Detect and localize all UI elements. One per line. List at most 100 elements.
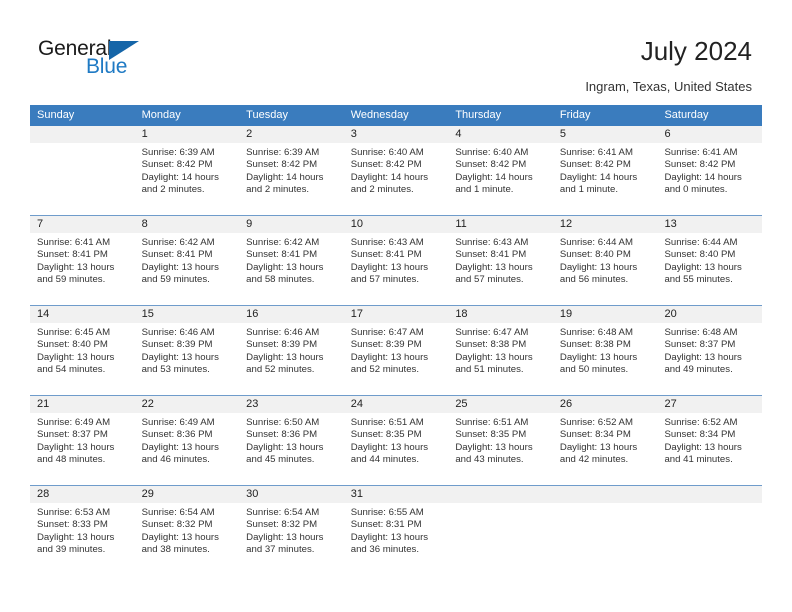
day-sun-info: Sunrise: 6:52 AM Sunset: 8:34 PM Daylight:…	[657, 413, 762, 467]
calendar-day-cell[interactable]: 10 Sunrise: 6:43 AM Sunset: 8:41 PM Dayligh…	[343, 216, 449, 305]
sunrise-text: Sunrise: 6:41 AM	[664, 147, 738, 158]
calendar-day-cell[interactable]: 24 Sunrise: 6:51 AM Sunset: 8:35 PM Dayligh…	[343, 396, 449, 485]
day-number	[552, 486, 658, 503]
daylight-text-line1: Daylight: 13 hours	[246, 441, 324, 453]
day-sun-info: Sunrise: 6:41 AM Sunset: 8:42 PM Daylight:…	[553, 143, 658, 197]
sunset-text: Sunset: 8:39 PM	[141, 339, 213, 351]
day-sun-info: Sunrise: 6:42 AM Sunset: 8:41 PM Daylight:…	[239, 233, 344, 287]
calendar-day-cell[interactable]: 7 Sunrise: 6:41 AM Sunset: 8:41 PM Daylight…	[30, 216, 135, 305]
calendar-day-cell[interactable]: 23 Sunrise: 6:50 AM Sunset: 8:36 PM Dayligh…	[239, 396, 344, 485]
daylight-text-line1: Daylight: 13 hours	[350, 531, 429, 543]
daylight-text-line2: and 43 minutes.	[455, 454, 524, 466]
calendar-week-row: 21 Sunrise: 6:49 AM Sunset: 8:37 PM Dayligh…	[30, 395, 763, 485]
calendar-day-cell[interactable]: 29 Sunrise: 6:54 AM Sunset: 8:32 PM Dayligh…	[134, 486, 240, 575]
daylight-text-line1: Daylight: 13 hours	[664, 351, 742, 363]
daylight-text-line1: Daylight: 13 hours	[350, 351, 429, 363]
calendar-day-cell[interactable]: 18 Sunrise: 6:47 AM Sunset: 8:38 PM Dayligh…	[448, 306, 553, 395]
sunrise-text: Sunrise: 6:42 AM	[246, 237, 320, 248]
day-number: 24	[343, 396, 449, 413]
calendar-day-cell[interactable]: 14 Sunrise: 6:45 AM Sunset: 8:40 PM Dayligh…	[30, 306, 135, 395]
calendar-day-cell[interactable]: 3 Sunrise: 6:40 AM Sunset: 8:42 PM Daylight…	[343, 126, 449, 215]
daylight-text-line1: Daylight: 14 hours	[559, 171, 638, 183]
calendar-day-cell[interactable]: 16 Sunrise: 6:46 AM Sunset: 8:39 PM Dayligh…	[239, 306, 344, 395]
day-number: 7	[30, 216, 135, 233]
sunrise-text: Sunrise: 6:46 AM	[246, 327, 320, 338]
daylight-text-line1: Daylight: 13 hours	[141, 351, 219, 363]
calendar-day-cell[interactable]: 8 Sunrise: 6:42 AM Sunset: 8:41 PM Daylight…	[134, 216, 240, 305]
location-subtitle: Ingram, Texas, United States	[585, 79, 752, 94]
sunset-text: Sunset: 8:32 PM	[141, 519, 213, 531]
sunrise-text: Sunrise: 6:54 AM	[141, 507, 215, 518]
calendar-day-cell[interactable]: 31 Sunrise: 6:55 AM Sunset: 8:31 PM Dayligh…	[343, 486, 449, 575]
daylight-text-line1: Daylight: 13 hours	[246, 261, 324, 273]
day-number: 3	[343, 126, 449, 143]
calendar-day-cell[interactable]: 6 Sunrise: 6:41 AM Sunset: 8:42 PM Daylight…	[657, 126, 763, 215]
daylight-text-line2: and 50 minutes.	[559, 364, 629, 376]
calendar-day-cell[interactable]: 13 Sunrise: 6:44 AM Sunset: 8:40 PM Dayligh…	[657, 216, 763, 305]
daylight-text-line2: and 54 minutes.	[37, 364, 106, 376]
day-number: 21	[30, 396, 135, 413]
day-number: 12	[552, 216, 658, 233]
sunrise-text: Sunrise: 6:44 AM	[664, 237, 738, 248]
daylight-text-line1: Daylight: 14 hours	[350, 171, 429, 183]
calendar-day-cell[interactable]: 28 Sunrise: 6:53 AM Sunset: 8:33 PM Dayligh…	[30, 486, 135, 575]
day-number: 4	[448, 126, 553, 143]
calendar-day-cell[interactable]: 2 Sunrise: 6:39 AM Sunset: 8:42 PM Daylight…	[239, 126, 344, 215]
sunrise-text: Sunrise: 6:52 AM	[559, 417, 633, 428]
calendar-week-row: 14 Sunrise: 6:45 AM Sunset: 8:40 PM Dayligh…	[30, 305, 763, 395]
daylight-text-line2: and 59 minutes.	[37, 274, 106, 286]
day-number: 23	[239, 396, 344, 413]
sunset-text: Sunset: 8:41 PM	[455, 249, 527, 261]
day-number: 6	[657, 126, 763, 143]
daylight-text-line1: Daylight: 13 hours	[664, 441, 742, 453]
daylight-text-line1: Daylight: 14 hours	[141, 171, 219, 183]
daylight-text-line1: Daylight: 13 hours	[141, 261, 219, 273]
daylight-text-line2: and 51 minutes.	[455, 364, 524, 376]
sunrise-text: Sunrise: 6:39 AM	[141, 147, 215, 158]
daylight-text-line2: and 0 minutes.	[664, 184, 728, 196]
calendar-day-cell[interactable]: 9 Sunrise: 6:42 AM Sunset: 8:41 PM Daylight…	[239, 216, 344, 305]
daylight-text-line2: and 49 minutes.	[664, 364, 733, 376]
day-number: 18	[448, 306, 553, 323]
sunset-text: Sunset: 8:38 PM	[455, 339, 527, 351]
calendar-day-cell[interactable]: 1 Sunrise: 6:39 AM Sunset: 8:42 PM Daylight…	[134, 126, 240, 215]
day-number: 19	[552, 306, 658, 323]
calendar-day-cell[interactable]: 20 Sunrise: 6:48 AM Sunset: 8:37 PM Dayligh…	[657, 306, 763, 395]
day-number: 20	[657, 306, 763, 323]
day-sun-info: Sunrise: 6:53 AM Sunset: 8:33 PM Daylight:…	[30, 503, 135, 557]
day-number	[657, 486, 763, 503]
calendar-day-cell[interactable]: 4 Sunrise: 6:40 AM Sunset: 8:42 PM Daylight…	[448, 126, 553, 215]
calendar-day-cell[interactable]: 22 Sunrise: 6:49 AM Sunset: 8:36 PM Dayligh…	[134, 396, 240, 485]
daylight-text-line1: Daylight: 13 hours	[141, 531, 219, 543]
sunset-text: Sunset: 8:42 PM	[246, 159, 318, 171]
day-number: 28	[30, 486, 135, 503]
daylight-text-line2: and 59 minutes.	[141, 274, 210, 286]
day-sun-info: Sunrise: 6:46 AM Sunset: 8:39 PM Daylight:…	[135, 323, 240, 377]
sunset-text: Sunset: 8:42 PM	[559, 159, 631, 171]
calendar-day-cell[interactable]: 21 Sunrise: 6:49 AM Sunset: 8:37 PM Dayligh…	[30, 396, 135, 485]
day-sun-info: Sunrise: 6:41 AM Sunset: 8:42 PM Daylight:…	[657, 143, 762, 197]
calendar-day-cell[interactable]: 12 Sunrise: 6:44 AM Sunset: 8:40 PM Dayligh…	[552, 216, 658, 305]
day-sun-info: Sunrise: 6:55 AM Sunset: 8:31 PM Daylight:…	[344, 503, 449, 557]
sunset-text: Sunset: 8:34 PM	[559, 429, 631, 441]
weekday-header-wednesday: Wednesday	[350, 109, 409, 121]
day-sun-info: Sunrise: 6:44 AM Sunset: 8:40 PM Daylight:…	[553, 233, 658, 287]
sunrise-text: Sunrise: 6:45 AM	[37, 327, 111, 338]
daylight-text-line1: Daylight: 14 hours	[455, 171, 533, 183]
calendar-day-cell[interactable]: 27 Sunrise: 6:52 AM Sunset: 8:34 PM Dayligh…	[657, 396, 763, 485]
daylight-text-line1: Daylight: 14 hours	[246, 171, 324, 183]
day-sun-info: Sunrise: 6:40 AM Sunset: 8:42 PM Daylight:…	[448, 143, 553, 197]
calendar-day-cell[interactable]: 30 Sunrise: 6:54 AM Sunset: 8:32 PM Dayligh…	[239, 486, 344, 575]
day-sun-info: Sunrise: 6:49 AM Sunset: 8:36 PM Daylight:…	[135, 413, 240, 467]
calendar-day-cell[interactable]: 15 Sunrise: 6:46 AM Sunset: 8:39 PM Dayligh…	[134, 306, 240, 395]
calendar-day-cell[interactable]: 5 Sunrise: 6:41 AM Sunset: 8:42 PM Daylight…	[552, 126, 658, 215]
day-number: 8	[134, 216, 240, 233]
day-sun-info: Sunrise: 6:48 AM Sunset: 8:37 PM Daylight:…	[657, 323, 762, 377]
calendar-day-cell[interactable]: 26 Sunrise: 6:52 AM Sunset: 8:34 PM Dayligh…	[552, 396, 658, 485]
calendar-week-row: 1 Sunrise: 6:39 AM Sunset: 8:42 PM Daylight…	[30, 126, 763, 215]
calendar-day-cell[interactable]: 25 Sunrise: 6:51 AM Sunset: 8:35 PM Dayligh…	[448, 396, 553, 485]
calendar-day-cell[interactable]: 11 Sunrise: 6:43 AM Sunset: 8:41 PM Dayligh…	[448, 216, 553, 305]
calendar-day-cell[interactable]: 19 Sunrise: 6:48 AM Sunset: 8:38 PM Dayligh…	[552, 306, 658, 395]
daylight-text-line1: Daylight: 13 hours	[559, 441, 638, 453]
calendar-day-cell[interactable]: 17 Sunrise: 6:47 AM Sunset: 8:39 PM Dayligh…	[343, 306, 449, 395]
